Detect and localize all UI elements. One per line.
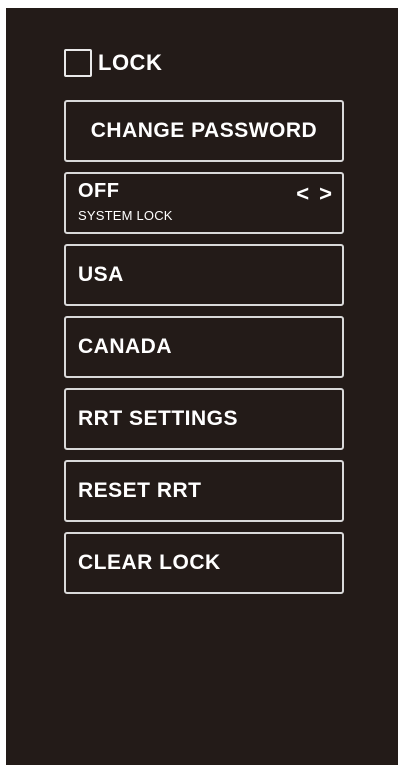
canada-button[interactable]: CANADA [64, 316, 344, 378]
system-lock-arrows: < > [296, 182, 332, 206]
usa-button[interactable]: USA [64, 244, 344, 306]
system-lock-label: SYSTEM LOCK [78, 208, 173, 223]
rrt-settings-label: RRT SETTINGS [78, 407, 239, 430]
system-lock-value: OFF [78, 180, 120, 202]
clear-lock-label: CLEAR LOCK [78, 551, 221, 574]
settings-panel: LOCK CHANGE PASSWORD OFF SYSTEM LOCK < >… [6, 8, 398, 765]
lock-checkbox-row[interactable]: LOCK [64, 48, 162, 78]
change-password-label: CHANGE PASSWORD [90, 119, 318, 142]
clear-lock-button[interactable]: CLEAR LOCK [64, 532, 344, 594]
reset-rrt-button[interactable]: RESET RRT [64, 460, 344, 522]
reset-rrt-label: RESET RRT [78, 479, 202, 502]
change-password-button[interactable]: CHANGE PASSWORD [64, 100, 344, 162]
lock-label: LOCK [98, 50, 163, 75]
usa-label: USA [78, 263, 124, 286]
canada-label: CANADA [78, 335, 172, 358]
lock-checkbox[interactable] [64, 49, 92, 77]
chevron-right-icon[interactable]: > [319, 182, 332, 206]
rrt-settings-button[interactable]: RRT SETTINGS [64, 388, 344, 450]
chevron-left-icon[interactable]: < [296, 182, 309, 206]
system-lock-selector[interactable]: OFF SYSTEM LOCK < > [64, 172, 344, 234]
